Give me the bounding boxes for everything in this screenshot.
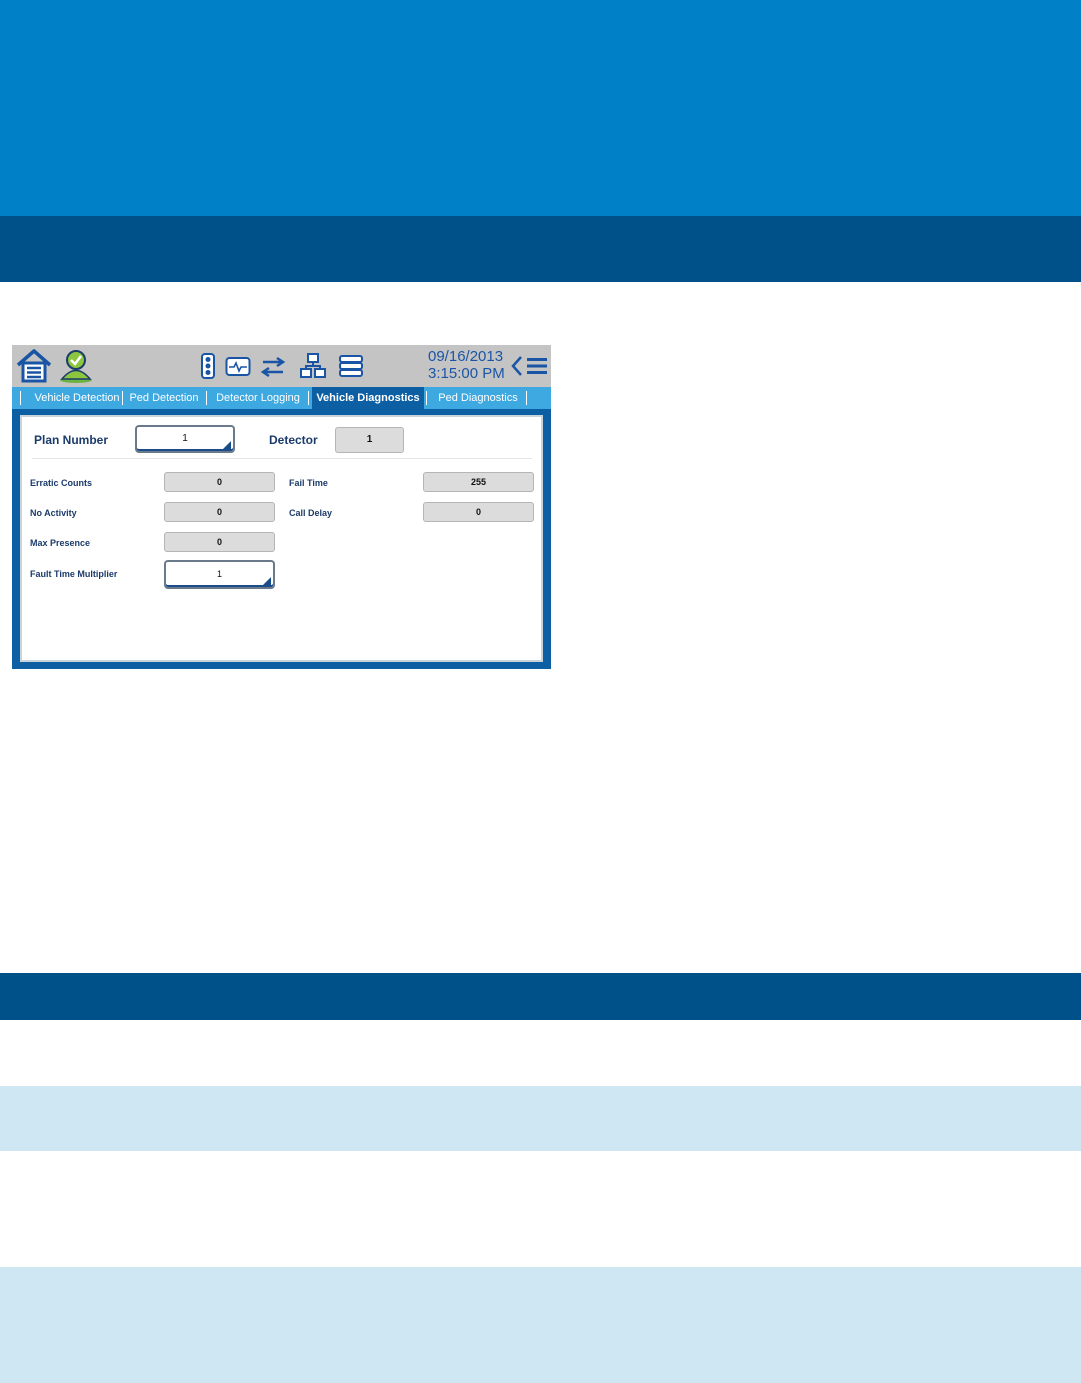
tab-ped-diagnostics[interactable]: Ped Diagnostics <box>426 387 526 409</box>
date-time-display: 09/16/2013 3:15:00 PM <box>428 348 505 382</box>
fault-time-multiplier-value: 1 <box>216 569 222 579</box>
controller-top-bar: 09/16/2013 3:15:00 PM <box>12 345 551 387</box>
max-presence-field: 0 <box>164 532 275 552</box>
tab-vehicle-detection[interactable]: Vehicle Detection <box>20 387 130 409</box>
diagnostics-form: Plan Number 1 Detector 1 Erratic Counts … <box>20 415 543 662</box>
fault-time-multiplier-label: Fault Time Multiplier <box>30 569 118 579</box>
section-header-bar-2 <box>0 973 1081 1020</box>
fault-time-multiplier-dropdown[interactable]: 1 <box>164 560 275 589</box>
transfer-icon[interactable] <box>260 355 286 379</box>
traffic-signal-icon[interactable] <box>200 353 216 379</box>
plan-number-label: Plan Number <box>34 433 109 447</box>
plan-number-dropdown[interactable]: 1 <box>135 425 235 453</box>
menu-icon[interactable] <box>526 355 548 377</box>
home-icon[interactable] <box>15 348 53 384</box>
max-presence-label: Max Presence <box>30 538 91 548</box>
tab-bar: Vehicle Detection Ped Detection Detector… <box>12 387 551 409</box>
erratic-counts-label: Erratic Counts <box>30 478 93 488</box>
fail-time-field: 255 <box>423 472 534 492</box>
table-stripe-row-2 <box>0 1267 1081 1383</box>
controller-screenshot: 09/16/2013 3:15:00 PM Vehicle Detection … <box>12 345 551 669</box>
date-text: 09/16/2013 <box>428 348 504 365</box>
section-header-bar <box>0 216 1081 282</box>
detector-label: Detector <box>269 433 318 447</box>
table-stripe-row <box>0 1086 1081 1151</box>
time-text: 3:15:00 PM <box>428 365 505 382</box>
list-icon[interactable] <box>338 354 364 378</box>
no-activity-label: No Activity <box>30 508 77 518</box>
tab-separator-end <box>526 387 532 409</box>
call-delay-field: 0 <box>423 502 534 522</box>
monitor-pulse-icon[interactable] <box>225 356 251 378</box>
hero-banner <box>0 0 1081 216</box>
tab-vehicle-diagnostics[interactable]: Vehicle Diagnostics <box>308 387 424 409</box>
network-icon[interactable] <box>299 352 327 380</box>
plan-number-value: 1 <box>182 433 188 444</box>
erratic-counts-field: 0 <box>164 472 275 492</box>
detector-field: 1 <box>335 427 404 453</box>
diagnostics-panel: Plan Number 1 Detector 1 Erratic Counts … <box>12 409 551 669</box>
user-location-icon[interactable] <box>58 348 94 384</box>
back-chevron-icon[interactable] <box>510 354 524 378</box>
dropdown-arrow-icon <box>223 441 231 449</box>
form-divider <box>32 458 532 459</box>
fail-time-label: Fail Time <box>289 478 328 488</box>
no-activity-field: 0 <box>164 502 275 522</box>
call-delay-label: Call Delay <box>289 508 333 518</box>
tab-detector-logging[interactable]: Detector Logging <box>206 387 306 409</box>
tab-ped-detection[interactable]: Ped Detection <box>122 387 202 409</box>
dropdown-arrow-icon <box>263 577 271 585</box>
